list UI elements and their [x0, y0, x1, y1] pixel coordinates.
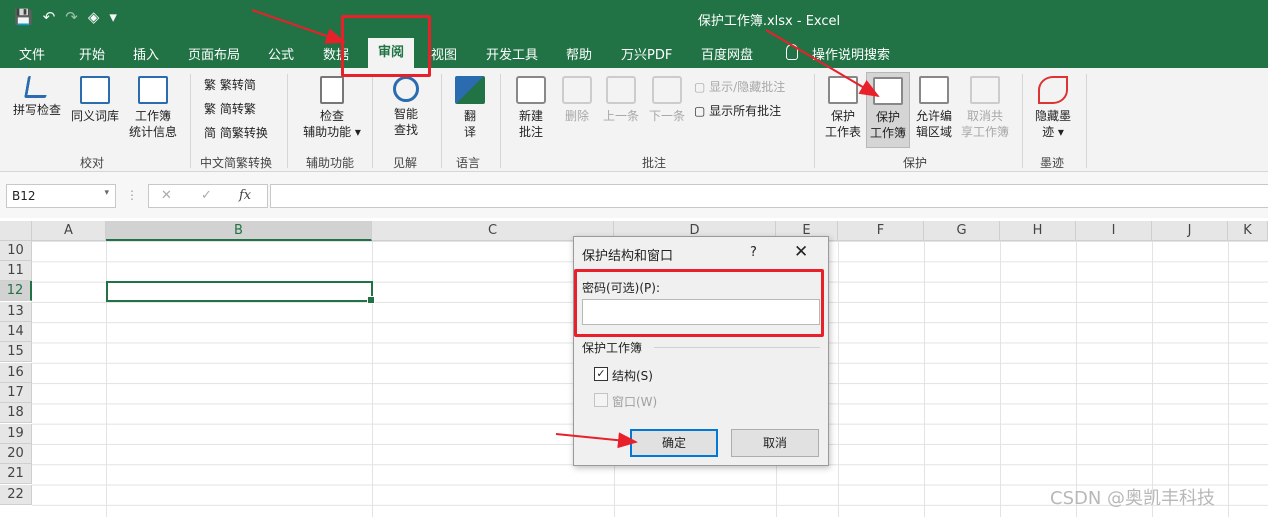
- arrow-to-review-tab: [251, 9, 346, 44]
- arrow-to-ok: [555, 432, 638, 449]
- annotation-arrows: [251, 9, 880, 449]
- arrow-to-protect-workbook: [765, 29, 880, 98]
- watermark: CSDN @奥凯丰科技: [1050, 488, 1216, 509]
